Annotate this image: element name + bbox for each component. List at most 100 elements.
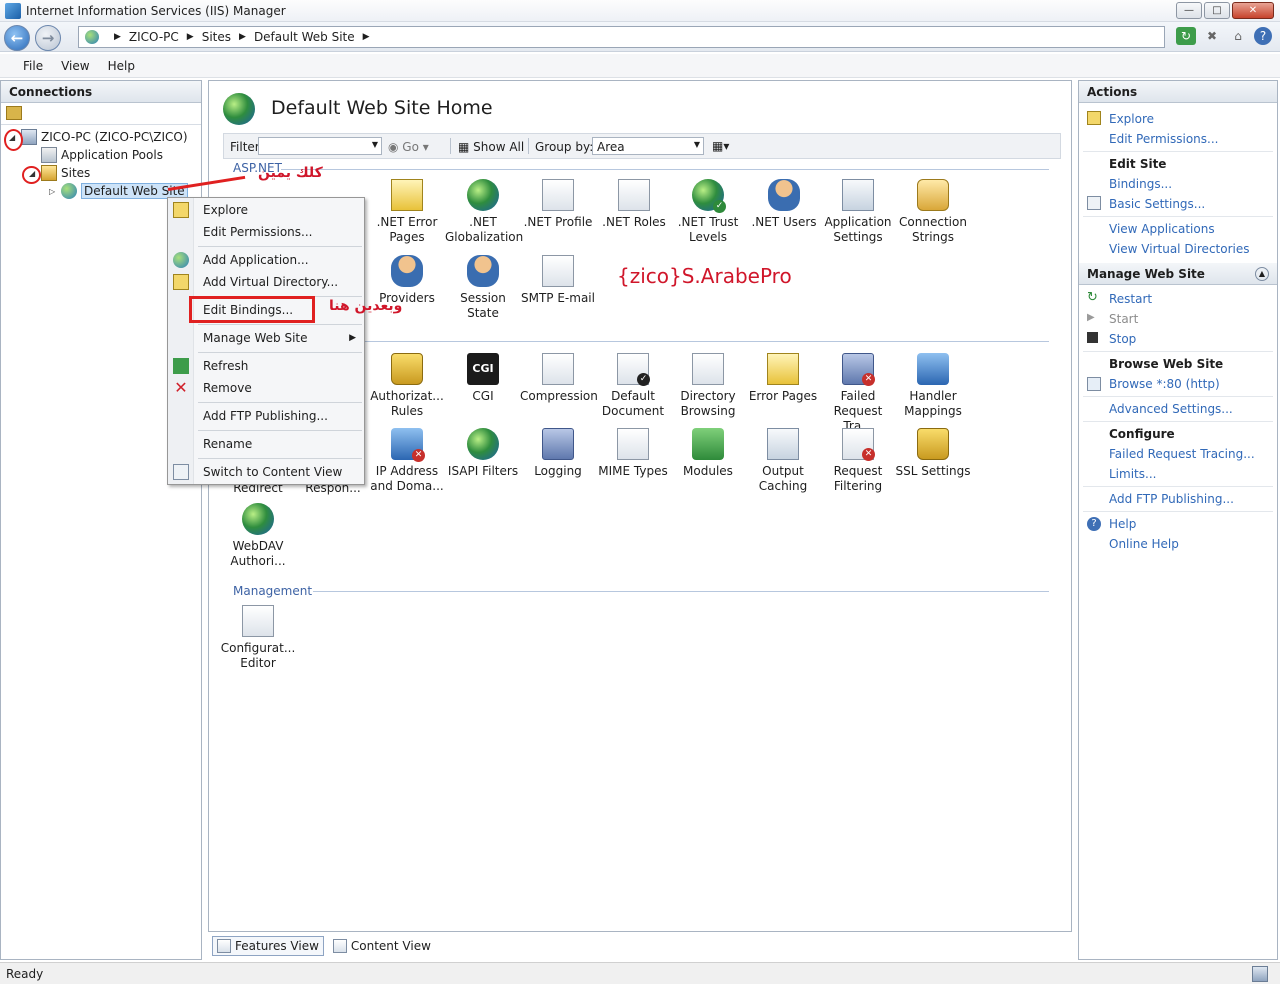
feature-error-pages[interactable]: Error Pages (745, 353, 821, 404)
feature-modules[interactable]: Modules (670, 428, 746, 479)
stop-icon[interactable]: ✖ (1202, 27, 1222, 45)
add-connection-icon[interactable] (6, 106, 22, 120)
feature-ip-address[interactable]: ✕ IP Address and Doma... (369, 428, 445, 494)
section-divider (281, 169, 1049, 170)
feature-net-profile[interactable]: .NET Profile (520, 179, 596, 230)
action-basic-settings[interactable]: Basic Settings... (1109, 197, 1205, 211)
action-start[interactable]: Start (1109, 312, 1138, 326)
section-management: Management (233, 584, 313, 598)
feature-label: Globalization (445, 230, 524, 244)
smtp-email-icon (542, 255, 574, 287)
filter-input[interactable]: ▼ (258, 137, 382, 155)
manage-web-site-header: Manage Web Site (1079, 263, 1277, 285)
ctx-explore[interactable]: Explore (203, 203, 248, 217)
separator (198, 246, 362, 247)
feature-isapi-filters[interactable]: ISAPI Filters (445, 428, 521, 479)
expand-icon[interactable]: ▷ (49, 187, 59, 196)
iis-app-icon (5, 3, 21, 19)
address-bar[interactable]: ▶ ZICO-PC ▶ Sites ▶ Default Web Site ▶ (78, 26, 1165, 48)
separator (198, 458, 362, 459)
feature-net-error-pages[interactable]: .NET Error Pages (369, 179, 445, 245)
home-icon[interactable]: ⌂ (1228, 27, 1248, 45)
annotation-circle (22, 166, 41, 184)
feature-smtp-email[interactable]: SMTP E-mail (520, 255, 596, 306)
ctx-refresh[interactable]: Refresh (203, 359, 248, 373)
ctx-add-virtual-directory[interactable]: Add Virtual Directory... (203, 275, 338, 289)
connections-toolbar (1, 103, 201, 125)
feature-ssl-settings[interactable]: SSL Settings (895, 428, 971, 479)
stop-icon (1087, 332, 1098, 343)
feature-authorization-rules[interactable]: Authorizat... Rules (369, 353, 445, 419)
show-all-button[interactable]: ▦ Show All (458, 140, 524, 154)
action-group-edit-site: Edit Site (1109, 157, 1167, 171)
feature-label: Output (762, 464, 804, 478)
feature-application-settings[interactable]: Application Settings (820, 179, 896, 245)
tab-features-view[interactable]: Features View (212, 936, 324, 956)
ctx-remove[interactable]: Remove (203, 381, 252, 395)
ctx-add-application[interactable]: Add Application... (203, 253, 309, 267)
feature-compression[interactable]: Compression (520, 353, 598, 404)
tree-node-server[interactable]: ◢ ZICO-PC (ZICO-PC\ZICO) (9, 129, 188, 145)
feature-logging[interactable]: Logging (520, 428, 596, 479)
action-failed-request-tracing[interactable]: Failed Request Tracing... (1109, 447, 1255, 461)
close-button[interactable]: ✕ (1232, 2, 1274, 19)
feature-session-state[interactable]: Session State (445, 255, 521, 321)
action-edit-permissions[interactable]: Edit Permissions... (1109, 132, 1218, 146)
go-button[interactable]: ◉ Go ▾ (388, 140, 429, 154)
breadcrumb-sites[interactable]: Sites (202, 30, 231, 44)
menu-help[interactable]: Help (99, 54, 144, 77)
action-add-ftp-publishing[interactable]: Add FTP Publishing... (1109, 492, 1234, 506)
failed-request-tracing-icon: ✕ (842, 353, 875, 386)
breadcrumb-site[interactable]: Default Web Site (254, 30, 355, 44)
feature-connection-strings[interactable]: Connection Strings (895, 179, 971, 245)
remove-icon: ✕ (174, 378, 188, 397)
action-online-help[interactable]: Online Help (1109, 537, 1179, 551)
ctx-edit-permissions[interactable]: Edit Permissions... (203, 225, 312, 239)
feature-net-trust-levels[interactable]: ✓ .NET Trust Levels (670, 179, 746, 245)
back-button[interactable]: ← (4, 25, 30, 51)
feature-request-filtering[interactable]: ✕ Request Filtering (820, 428, 896, 494)
feature-net-users[interactable]: .NET Users (746, 179, 822, 230)
feature-output-caching[interactable]: Output Caching (745, 428, 821, 494)
feature-failed-request-tracing[interactable]: ✕ Failed Request Tra... (820, 353, 896, 434)
feature-configuration-editor[interactable]: Configurat... Editor (220, 605, 296, 671)
feature-cgi[interactable]: CGI CGI (445, 353, 521, 404)
feature-webdav[interactable]: WebDAV Authori... (220, 503, 296, 569)
add-application-icon (173, 252, 189, 268)
ctx-switch-to-content-view[interactable]: Switch to Content View (203, 465, 342, 479)
view-mode-button[interactable]: ▦▾ (712, 139, 736, 153)
action-advanced-settings[interactable]: Advanced Settings... (1109, 402, 1233, 416)
menu-view[interactable]: View (52, 54, 98, 77)
action-restart[interactable]: Restart (1109, 292, 1152, 306)
feature-label: Filtering (833, 479, 883, 493)
action-bindings[interactable]: Bindings... (1109, 177, 1172, 191)
group-by-select[interactable]: Area ▼ (592, 137, 704, 155)
forward-button[interactable]: → (35, 25, 61, 51)
action-help[interactable]: Help (1109, 517, 1136, 531)
action-view-applications[interactable]: View Applications (1109, 222, 1215, 236)
feature-mime-types[interactable]: MIME Types (595, 428, 671, 479)
breadcrumb-server[interactable]: ZICO-PC (129, 30, 179, 44)
separator (1083, 151, 1273, 152)
action-view-virtual-directories[interactable]: View Virtual Directories (1109, 242, 1250, 256)
tab-content-view[interactable]: Content View (328, 936, 436, 956)
collapse-up-icon[interactable]: ▲ (1255, 267, 1269, 281)
maximize-button[interactable]: □ (1204, 2, 1230, 19)
action-explore[interactable]: Explore (1109, 112, 1154, 126)
ctx-rename[interactable]: Rename (203, 437, 252, 451)
action-browse-80[interactable]: Browse *:80 (http) (1109, 377, 1220, 391)
feature-default-document[interactable]: ✓ Default Document (595, 353, 671, 419)
refresh-icon[interactable]: ↻ (1176, 27, 1196, 45)
ctx-manage-web-site[interactable]: Manage Web Site (203, 331, 308, 345)
tree-node-app-pools[interactable]: Application Pools (41, 147, 163, 163)
ctx-add-ftp-publishing[interactable]: Add FTP Publishing... (203, 409, 328, 423)
feature-net-globalization[interactable]: .NET Globalization (445, 179, 524, 245)
action-limits[interactable]: Limits... (1109, 467, 1156, 481)
feature-directory-browsing[interactable]: Directory Browsing (670, 353, 746, 419)
feature-net-roles[interactable]: .NET Roles (596, 179, 672, 230)
menu-file[interactable]: File (14, 54, 52, 77)
action-stop[interactable]: Stop (1109, 332, 1136, 346)
minimize-button[interactable]: — (1176, 2, 1202, 19)
feature-handler-mappings[interactable]: Handler Mappings (895, 353, 971, 419)
help-icon[interactable]: ? (1254, 27, 1272, 45)
